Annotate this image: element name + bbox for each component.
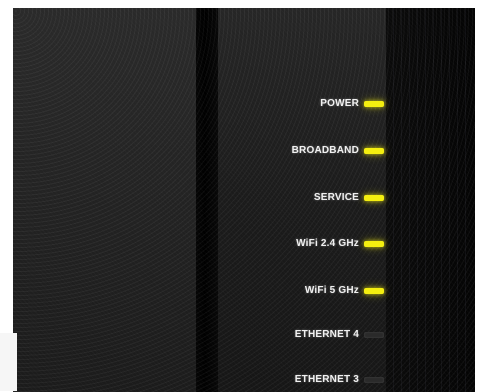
service-label: SERVICE (313, 192, 359, 203)
service-indicator: SERVICE (13, 191, 475, 205)
wifi-5-led (364, 288, 384, 294)
service-led (364, 195, 384, 201)
router-photo: POWER BROADBAND SERVICE WiFi 2.4 GHz WiF… (0, 0, 483, 392)
router-front-panel: POWER BROADBAND SERVICE WiFi 2.4 GHz WiF… (13, 8, 475, 392)
power-led (364, 101, 384, 107)
power-indicator: POWER (13, 97, 475, 111)
broadband-led (364, 148, 384, 154)
wifi-24-label: WiFi 2.4 GHz (296, 238, 359, 249)
ethernet-4-label: ETHERNET 4 (294, 329, 359, 340)
broadband-label: BROADBAND (291, 145, 359, 156)
ethernet-3-label: ETHERNET 3 (294, 374, 359, 385)
power-label: POWER (320, 98, 359, 109)
wifi-5-label: WiFi 5 GHz (304, 285, 359, 296)
wifi-24-led (364, 241, 384, 247)
ethernet-4-indicator: ETHERNET 4 (13, 328, 475, 342)
background-paper (0, 333, 17, 391)
broadband-indicator: BROADBAND (13, 144, 475, 158)
ethernet-4-led (364, 332, 384, 338)
wifi-5-indicator: WiFi 5 GHz (13, 284, 475, 298)
ethernet-3-indicator: ETHERNET 3 (13, 373, 475, 387)
wifi-24-indicator: WiFi 2.4 GHz (13, 237, 475, 251)
ethernet-3-led (364, 377, 384, 383)
